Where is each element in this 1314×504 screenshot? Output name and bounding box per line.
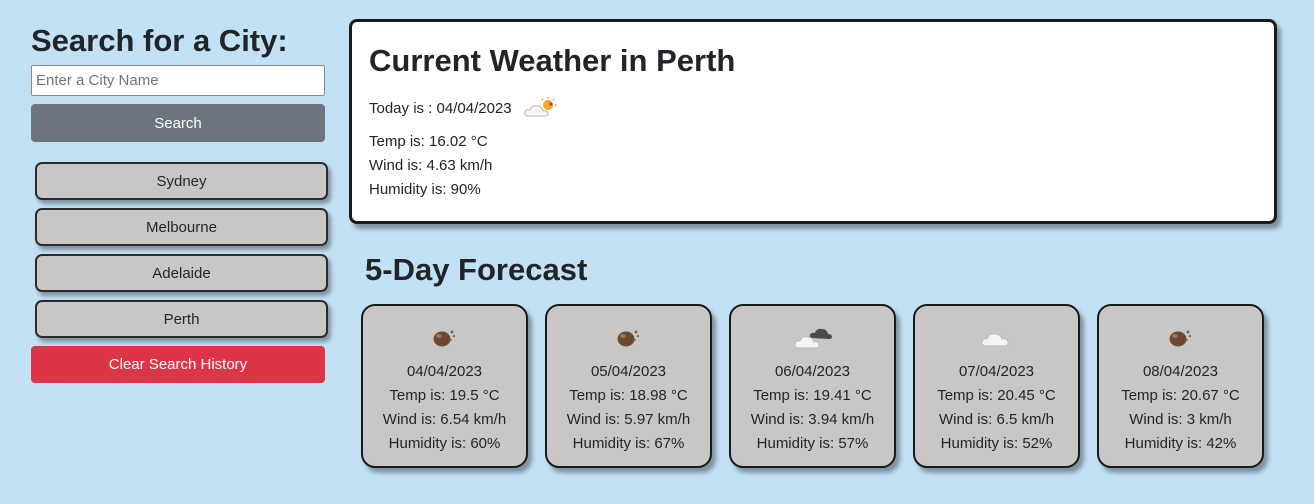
history-button-adelaide[interactable]: Adelaide xyxy=(35,254,328,292)
forecast-humidity: Humidity is: 57% xyxy=(756,435,869,452)
forecast-date: 04/04/2023 xyxy=(406,363,483,380)
forecast-temp: Temp is: 19.5 °C xyxy=(389,387,500,404)
forecast-temp: Temp is: 20.67 °C xyxy=(1121,387,1240,404)
rain-drops-icon xyxy=(617,330,639,347)
clear-history-button[interactable]: Clear Search History xyxy=(31,346,325,383)
forecast-temp: Temp is: 19.41 °C xyxy=(753,387,872,404)
forecast-card: 05/04/2023 Temp is: 18.98 °C Wind is: 5.… xyxy=(545,304,712,468)
current-humidity: Humidity is: 90% xyxy=(369,181,481,198)
forecast-wind: Wind is: 3 km/h xyxy=(1129,411,1232,428)
forecast-wind: Wind is: 5.97 km/h xyxy=(566,411,691,428)
forecast-temp: Temp is: 20.45 °C xyxy=(937,387,1056,404)
history-button-perth[interactable]: Perth xyxy=(35,300,328,338)
forecast-humidity: Humidity is: 42% xyxy=(1124,435,1237,452)
forecast-date: 05/04/2023 xyxy=(590,363,667,380)
current-temp: Temp is: 16.02 °C xyxy=(369,133,488,150)
forecast-title: 5-Day Forecast xyxy=(365,252,588,287)
search-sidebar: Search for a City: Search Sydney Melbour… xyxy=(31,22,328,383)
cloud-icon xyxy=(980,333,1009,347)
dark-clouds-icon xyxy=(793,328,832,349)
sun-behind-cloud-icon xyxy=(523,97,557,117)
forecast-temp: Temp is: 18.98 °C xyxy=(569,387,688,404)
forecast-date: 06/04/2023 xyxy=(774,363,851,380)
rain-drops-icon xyxy=(433,330,455,347)
forecast-card: 07/04/2023 Temp is: 20.45 °C Wind is: 6.… xyxy=(913,304,1080,468)
history-button-melbourne[interactable]: Melbourne xyxy=(35,208,328,246)
forecast-humidity: Humidity is: 60% xyxy=(388,435,501,452)
forecast-card: 06/04/2023 Temp is: 19.41 °C Wind is: 3.… xyxy=(729,304,896,468)
forecast-date: 08/04/2023 xyxy=(1142,363,1219,380)
forecast-date: 07/04/2023 xyxy=(958,363,1035,380)
rain-drops-icon xyxy=(1169,330,1191,347)
today-date: Today is : 04/04/2023 xyxy=(369,99,512,117)
forecast-wind: Wind is: 6.5 km/h xyxy=(938,411,1055,428)
city-search-input[interactable] xyxy=(31,65,325,96)
history-button-sydney[interactable]: Sydney xyxy=(35,162,328,200)
current-wind: Wind is: 4.63 km/h xyxy=(369,157,493,174)
current-weather-panel: Current Weather in Perth Today is : 04/0… xyxy=(349,19,1277,224)
forecast-cards: 04/04/2023 Temp is: 19.5 °C Wind is: 6.5… xyxy=(361,304,1264,468)
forecast-wind: Wind is: 3.94 km/h xyxy=(750,411,875,428)
forecast-card: 08/04/2023 Temp is: 20.67 °C Wind is: 3 … xyxy=(1097,304,1264,468)
current-weather-title: Current Weather in Perth xyxy=(369,43,736,78)
search-history-list: Sydney Melbourne Adelaide Perth xyxy=(31,162,328,338)
forecast-humidity: Humidity is: 67% xyxy=(572,435,685,452)
forecast-wind: Wind is: 6.54 km/h xyxy=(382,411,507,428)
search-title: Search for a City: xyxy=(31,23,288,58)
today-row: Today is : 04/04/2023 xyxy=(369,96,1257,120)
forecast-card: 04/04/2023 Temp is: 19.5 °C Wind is: 6.5… xyxy=(361,304,528,468)
search-button[interactable]: Search xyxy=(31,104,325,142)
current-stats: Temp is: 16.02 °C Wind is: 4.63 km/h Hum… xyxy=(369,130,1257,202)
forecast-humidity: Humidity is: 52% xyxy=(940,435,1053,452)
